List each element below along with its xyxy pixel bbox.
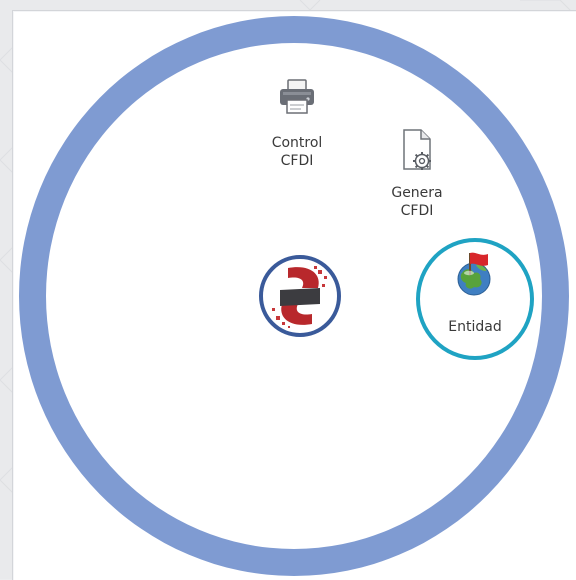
control-cfdi-label-line2: CFDI — [280, 153, 314, 169]
genera-cfdi-label-line1: Genera — [391, 185, 443, 201]
window-frame: Control CFDI Genera CFDI Entidad — [0, 0, 576, 580]
entidad-label: Entidad — [448, 319, 502, 335]
document-gear-icon — [403, 129, 431, 170]
printer-icon — [280, 79, 314, 114]
globe-flag-icon — [457, 252, 491, 296]
entidad-button[interactable]: Entidad — [416, 238, 534, 360]
genera-cfdi-button[interactable]: Genera CFDI — [386, 128, 448, 220]
genera-cfdi-label-line2: CFDI — [400, 203, 434, 219]
control-cfdi-button[interactable]: Control CFDI — [262, 78, 332, 170]
app-logo-icon[interactable] — [258, 254, 342, 338]
control-cfdi-label-line1: Control — [271, 135, 323, 151]
